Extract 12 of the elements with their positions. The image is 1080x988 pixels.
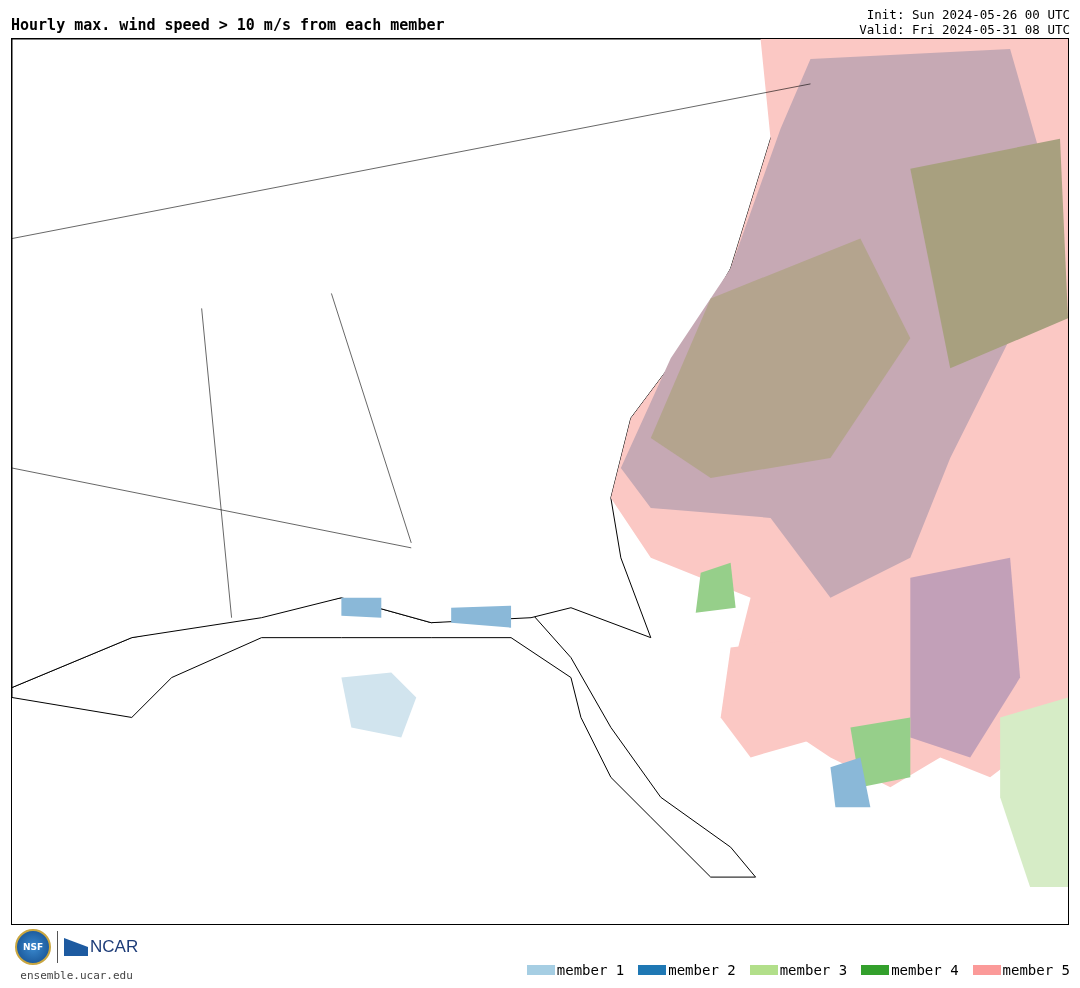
init-time: Init: Sun 2024-05-26 00 UTC (866, 7, 1070, 22)
flag-icon (64, 938, 88, 956)
ncar-logo-text: NCAR (90, 937, 139, 957)
legend-label: member 4 (891, 962, 959, 978)
legend-label: member 1 (556, 962, 625, 978)
site-url: ensemble.ucar.edu (20, 969, 133, 982)
legend-label: member 3 (779, 962, 848, 978)
nsf-logo: NSF (15, 929, 51, 965)
valid-time: Valid: Fri 2024-05-31 08 UTC (859, 22, 1070, 37)
legend-label: member 2 (668, 962, 736, 978)
legend-label: member 5 (1002, 962, 1070, 978)
chart-title: Hourly max. wind speed > 10 m/s from each member (11, 16, 445, 36)
